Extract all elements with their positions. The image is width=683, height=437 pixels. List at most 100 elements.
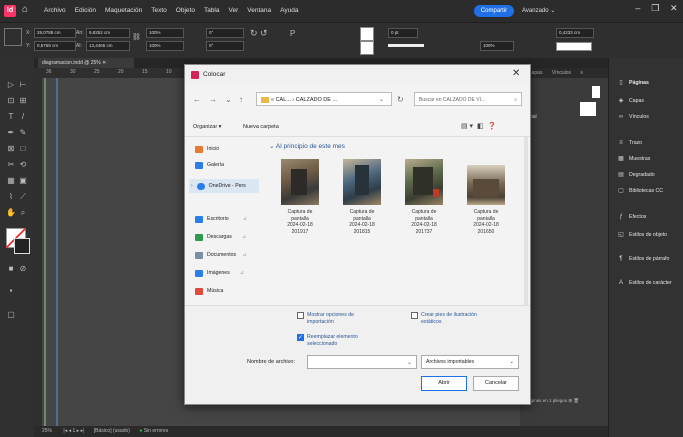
dock-capas[interactable]: ◈ Capas [617,94,644,108]
rectangle-frame-tool-icon[interactable]: ⊠ [6,144,16,154]
organize-button[interactable]: Organizar ▾ [193,124,221,130]
opacity-field[interactable]: 100% [480,41,514,51]
text-on-path-icon[interactable]: P [290,29,295,38]
menu-objeto[interactable]: Objeto [176,7,195,14]
dock-estilos-objeto[interactable]: ◱ Estilos de objeto [617,228,667,242]
scale-y-field[interactable]: 100% [146,41,184,51]
direct-selection-tool-icon[interactable]: ⊡ [6,96,16,106]
pin-icon[interactable]: ⊿ [243,216,247,222]
nav-item-inicio[interactable]: Inicio [195,143,219,155]
constrain-link-icon[interactable]: ⛓ [132,33,141,43]
preview-pane-icon[interactable]: ◧ [477,123,484,130]
angle-field[interactable]: 0° [206,28,244,38]
y-field[interactable]: 0,5759 cm [34,41,76,51]
group-header[interactable]: ⌄ Al principio de este mes [269,142,345,150]
close-icon[interactable]: ✕ [670,3,678,17]
checkbox-checked-icon[interactable]: ✓ [297,334,304,341]
dock-estilos-caracter[interactable]: A Estilos de carácter [617,276,672,290]
panel-menu-icon[interactable]: ≡ [580,70,583,76]
menu-tabla[interactable]: Tabla [204,7,220,14]
stroke-swatch[interactable] [360,41,374,55]
gradient-tool-icon[interactable]: ▦ [6,176,16,186]
nav-item-imagenes[interactable]: Imágenes ⊿ [195,267,244,279]
document-tab[interactable]: diagramacion.indd @ 25% ✕ [38,58,134,68]
nav-item-documentos[interactable]: Documentos ⊿ [195,249,246,261]
menu-texto[interactable]: Texto [151,7,167,14]
type-tool-icon[interactable]: T [6,112,16,122]
page-thumbnail[interactable] [580,102,596,116]
help-icon[interactable]: ❓ [487,123,496,130]
file-item[interactable]: Captura de pantalla 2024-02-18 201650 [461,159,511,235]
selection-tool-icon[interactable]: ▷ [6,80,16,90]
close-tab-icon[interactable]: ✕ [102,60,106,66]
fill-swatch[interactable] [360,27,374,41]
pin-icon[interactable]: ⊿ [242,252,246,258]
screen-mode-icon[interactable]: ▢ [6,310,16,320]
frame-fitting-swatch[interactable] [556,42,592,51]
expand-chevron-icon[interactable]: › [191,183,193,189]
file-list-scrollbar[interactable] [524,137,528,307]
search-input[interactable]: Buscar en CALZADO DE VI... ⌕ [414,92,522,106]
formatting-container-icon[interactable]: ▪ [6,286,16,296]
minimize-icon[interactable]: – [635,3,640,17]
dock-muestras[interactable]: ▦ Muestras [617,152,650,166]
history-chevron-icon[interactable]: ⌄ [225,95,232,104]
stroke-box-icon[interactable] [14,238,30,254]
stroke-weight-field[interactable]: 0 pt [388,28,418,38]
rotate-icon[interactable]: ↻ ↺ [250,28,268,39]
page-thumbnail[interactable] [592,86,600,98]
scissors-tool-icon[interactable]: ✂ [6,160,16,170]
size-field[interactable]: 0,4233 cm [556,28,594,38]
dock-trazo[interactable]: ≡ Trazo [617,136,642,150]
menu-archivo[interactable]: Archivo [44,7,66,14]
x-field[interactable]: 28,0788 cm [34,28,76,38]
nav-item-escritorio[interactable]: Escritorio ⊿ [195,213,247,225]
checkbox-box[interactable] [297,312,304,319]
shear-field[interactable]: 0° [206,41,244,51]
dock-estilos-parrafo[interactable]: ¶ Estilos de párrafo [617,252,669,266]
reference-point-icon[interactable] [4,28,22,46]
menu-ayuda[interactable]: Ayuda [280,7,298,14]
apply-color-icon[interactable]: ■ [6,264,16,274]
home-icon[interactable]: ⌂ [22,4,34,16]
page-tool-icon[interactable]: ⊢ [18,80,28,90]
show-import-options-checkbox[interactable]: Mostrar opciones de importación [297,312,377,325]
menu-ver[interactable]: Ver [229,7,239,14]
page-nav[interactable]: |◂ ◂ 1 ▸ ▸| [63,428,84,434]
line-tool-icon[interactable]: / [18,112,28,122]
note-tool-icon[interactable]: ▣ [18,176,28,186]
eyedropper-tool-icon[interactable]: ⌇ [6,192,16,202]
width-field[interactable]: 9,8252 cm [86,28,130,38]
filetype-select[interactable]: Archivos importables ⌄ [421,355,519,369]
pencil-tool-icon[interactable]: ✎ [18,128,28,138]
tab-vinculos[interactable]: Vínculos [552,70,571,76]
file-item[interactable]: Captura de pantalla 2024-02-18 201737 [399,159,449,235]
nav-item-galeria[interactable]: Galería [195,159,224,171]
new-folder-button[interactable]: Nueva carpeta [243,124,279,130]
filename-input[interactable] [307,355,417,369]
address-bar[interactable]: « CAL... › CALZADO DE ... [256,92,392,106]
open-button[interactable]: Abrir [421,376,467,391]
create-captions-checkbox[interactable]: Crear pies de ilustración estáticos [411,312,491,325]
checkbox-box[interactable] [411,312,418,319]
up-arrow-icon[interactable]: ↑ [239,95,243,104]
menu-edicion[interactable]: Edición [75,7,96,14]
apply-none-icon[interactable]: ⊘ [18,264,28,274]
pen-tool-icon[interactable]: ✒ [6,128,16,138]
cancel-button[interactable]: Cancelar [473,376,519,391]
close-icon[interactable]: ✕ [512,68,520,79]
workspace-switcher[interactable]: Avanzado ⌄ [522,7,555,14]
file-item[interactable]: Captura de pantalla 2024-02-18 201815 [337,159,387,235]
dock-efectos[interactable]: ƒ Efectos [617,210,646,224]
refresh-icon[interactable]: ↻ [397,95,404,104]
nav-item-onedrive[interactable]: › OneDrive - Pers [191,180,246,192]
new-page-icon[interactable]: ⊞ [568,398,572,403]
dock-paginas[interactable]: ▯ Páginas [617,76,649,90]
menu-maquetacion[interactable]: Maquetación [105,7,142,14]
dock-bibliotecas[interactable]: ▢ Bibliotecas CC [617,184,663,198]
replace-item-checkbox[interactable]: ✓ Reemplazar elemento seleccionado [297,334,377,347]
nav-item-descargas[interactable]: Descargas ⊿ [195,231,246,243]
stroke-type-icon[interactable] [388,44,424,47]
nav-item-musica[interactable]: Música [195,285,223,297]
file-item[interactable]: Captura de pantalla 2024-02-18 201917 [275,159,325,235]
